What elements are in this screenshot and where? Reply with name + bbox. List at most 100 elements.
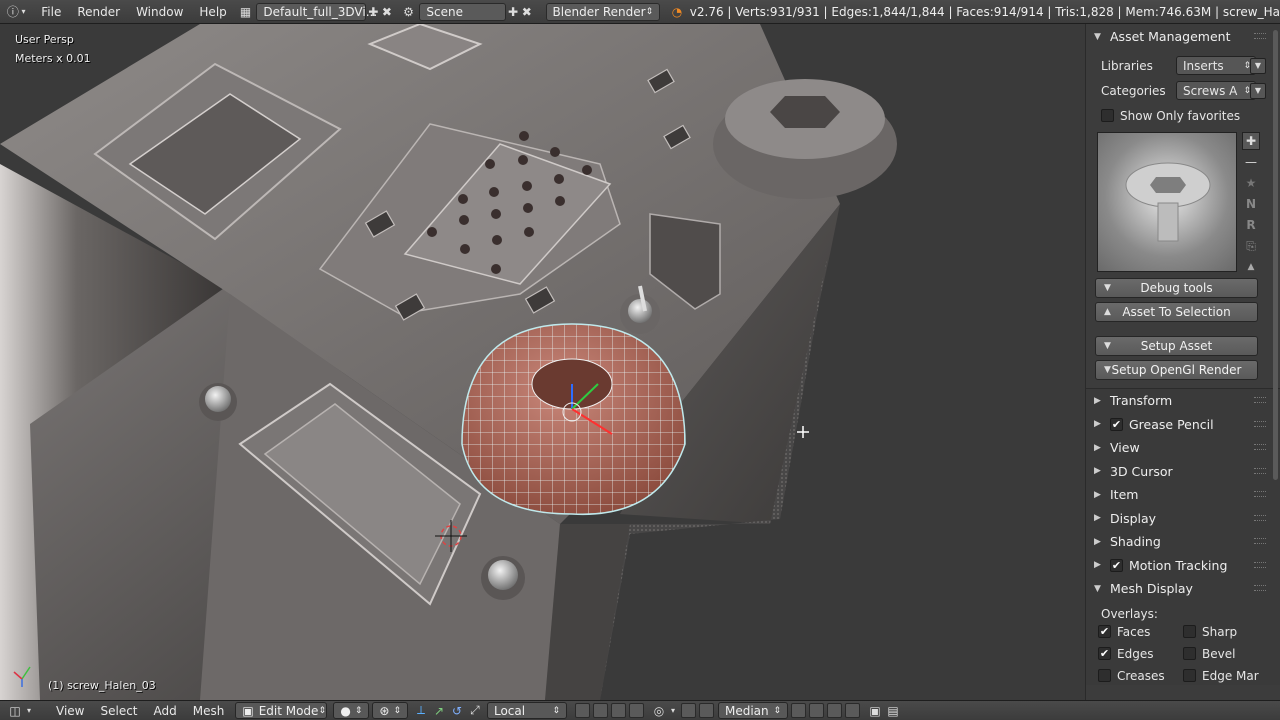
3d-viewport[interactable]: User Persp Meters x 0.01 (1) screw_Halen… <box>0 24 1085 700</box>
overlay-edge-marks[interactable]: Edge Mar <box>1183 667 1268 685</box>
asset-to-selection-button[interactable]: ▲ Asset To Selection <box>1095 302 1258 322</box>
chevron-down-icon[interactable]: ▾ <box>20 3 28 21</box>
overlay-creases[interactable]: Creases <box>1098 667 1183 685</box>
export-icon[interactable]: ⎘ <box>1242 237 1260 255</box>
render-engine-select[interactable]: Blender Render ⇕ <box>545 2 661 21</box>
render-animation-icon[interactable]: ▤ <box>884 702 902 720</box>
setup-opengl-render-button[interactable]: ▼ Setup OpenGl Render <box>1095 360 1258 380</box>
editor-type-icon[interactable]: ◫ <box>6 702 24 720</box>
favorites-checkbox[interactable] <box>1101 109 1114 122</box>
drag-grip-icon[interactable] <box>1254 33 1266 39</box>
faces-checkbox[interactable]: ✔ <box>1098 625 1111 638</box>
selected-mesh[interactable] <box>461 323 686 516</box>
snap-element-icon[interactable] <box>698 703 714 718</box>
drag-grip-icon[interactable] <box>1254 538 1266 544</box>
section-display[interactable]: ▶ Display <box>1086 507 1280 531</box>
menu-view[interactable]: View <box>48 704 92 718</box>
letter-n-button[interactable]: N <box>1242 195 1260 213</box>
drag-grip-icon[interactable] <box>1254 585 1266 591</box>
menu-help[interactable]: Help <box>191 5 234 19</box>
libraries-select[interactable]: Inserts ⇕ <box>1176 56 1256 75</box>
drag-grip-icon[interactable] <box>1254 420 1266 427</box>
menu-select[interactable]: Select <box>92 704 145 718</box>
scale-icon[interactable]: ⤢ <box>466 702 484 720</box>
screen-layout-field[interactable]: Default_full_3DVi... <box>256 2 377 21</box>
overlay-edges[interactable]: ✔ Edges <box>1098 645 1183 663</box>
proportional-edit-icon[interactable]: ◎ <box>650 702 668 720</box>
snap-toggle-icon[interactable] <box>680 703 696 718</box>
drag-grip-icon[interactable] <box>1254 444 1266 450</box>
vertex-select-icon[interactable] <box>574 703 590 718</box>
star-icon[interactable]: ★ <box>1242 174 1260 192</box>
render-preview-icon[interactable]: ▣ <box>866 702 884 720</box>
creases-checkbox[interactable] <box>1098 669 1111 682</box>
drag-grip-icon[interactable] <box>1254 514 1266 521</box>
section-shading[interactable]: ▶ Shading <box>1086 530 1280 554</box>
grease-pencil-checkbox[interactable]: ✔ <box>1110 417 1123 431</box>
scene-icon[interactable]: ⚙ <box>402 3 416 21</box>
menu-render[interactable]: Render <box>69 5 128 19</box>
scene-field[interactable]: Scene <box>419 2 507 21</box>
shelf-scrollbar[interactable] <box>1273 30 1278 480</box>
asset-management-header[interactable]: ▼ Asset Management <box>1086 25 1280 48</box>
chevron-down-icon[interactable]: ▼ <box>1250 57 1266 74</box>
menu-add[interactable]: Add <box>146 704 185 718</box>
face-select-icon[interactable] <box>610 703 626 718</box>
section-3d-cursor[interactable]: ▶ 3D Cursor <box>1086 460 1280 484</box>
screen-layout-icon[interactable]: ▦ <box>239 3 253 21</box>
overlay-faces[interactable]: ✔ Faces <box>1098 623 1183 641</box>
add-icon[interactable]: ✚ <box>1242 132 1260 150</box>
asset-thumbnail[interactable] <box>1097 132 1237 272</box>
section-transform[interactable]: ▶ Transform <box>1086 389 1280 413</box>
viewport-shading-select[interactable]: ● ⇕ <box>333 702 370 719</box>
snap-self-icon[interactable] <box>844 703 860 718</box>
chevron-up-icon[interactable]: ▲ <box>1242 260 1260 274</box>
edge-select-icon[interactable] <box>592 703 608 718</box>
manipulator-icon[interactable]: ⟂ <box>412 702 430 720</box>
drag-grip-icon[interactable] <box>1254 561 1266 568</box>
info-editor-icon[interactable]: ⓘ <box>6 3 20 21</box>
motion-tracking-checkbox[interactable]: ✔ <box>1110 558 1123 572</box>
transform-orientation-select[interactable]: Local ⇕ <box>486 702 567 719</box>
section-mesh-display[interactable]: ▼ Mesh Display <box>1086 577 1280 601</box>
overlay-sharp[interactable]: Sharp <box>1183 623 1268 641</box>
mode-select[interactable]: ▣ Edit Mode ⇕ <box>235 702 328 719</box>
edges-checkbox[interactable]: ✔ <box>1098 647 1111 660</box>
setup-asset-button[interactable]: ▼ Setup Asset <box>1095 336 1258 356</box>
remove-icon[interactable]: — <box>1242 153 1260 171</box>
pivot-point-select[interactable]: ⊛ ⇕ <box>372 702 408 719</box>
overlay-bevel[interactable]: Bevel <box>1183 645 1268 663</box>
letter-r-button[interactable]: R <box>1242 216 1260 234</box>
section-grease-pencil[interactable]: ▶ ✔ Grease Pencil <box>1086 413 1280 437</box>
edge-marks-checkbox[interactable] <box>1183 669 1196 682</box>
close-icon[interactable]: ✖ <box>520 3 534 21</box>
menu-file[interactable]: File <box>33 5 69 19</box>
section-motion-tracking[interactable]: ▶ ✔ Motion Tracking <box>1086 554 1280 578</box>
drag-grip-icon[interactable] <box>1254 491 1266 497</box>
bevel-checkbox[interactable] <box>1183 647 1196 660</box>
section-item[interactable]: ▶ Item <box>1086 483 1280 507</box>
sharp-checkbox[interactable] <box>1183 625 1196 638</box>
chevron-down-icon[interactable]: ▾ <box>668 702 678 720</box>
align-rotation-icon[interactable] <box>808 703 824 718</box>
drag-grip-icon[interactable] <box>1254 397 1266 403</box>
pivot-center-select[interactable]: Median ⇕ <box>717 702 788 719</box>
snap-target-icon[interactable] <box>790 703 806 718</box>
add-screen-icon[interactable]: ✚ <box>366 3 380 21</box>
rotate-icon[interactable]: ↺ <box>448 702 466 720</box>
translate-icon[interactable]: ↗ <box>430 702 448 720</box>
occlude-geometry-icon[interactable] <box>628 703 644 718</box>
drag-grip-icon[interactable] <box>1254 467 1266 474</box>
add-scene-icon[interactable]: ✚ <box>506 3 520 21</box>
menu-mesh[interactable]: Mesh <box>185 704 233 718</box>
categories-select[interactable]: Screws A ⇕ <box>1176 81 1256 100</box>
close-icon[interactable]: ✖ <box>380 3 394 21</box>
project-elements-icon[interactable] <box>826 703 842 718</box>
menu-window[interactable]: Window <box>128 5 191 19</box>
chevron-down-icon[interactable]: ▾ <box>24 702 34 720</box>
section-view[interactable]: ▶ View <box>1086 436 1280 460</box>
chevron-up-icon: ▲ <box>1104 307 1111 317</box>
favorites-row[interactable]: Show Only favorites <box>1086 103 1280 128</box>
debug-tools-button[interactable]: ▼ Debug tools <box>1095 278 1258 298</box>
chevron-down-icon[interactable]: ▼ <box>1250 82 1266 99</box>
